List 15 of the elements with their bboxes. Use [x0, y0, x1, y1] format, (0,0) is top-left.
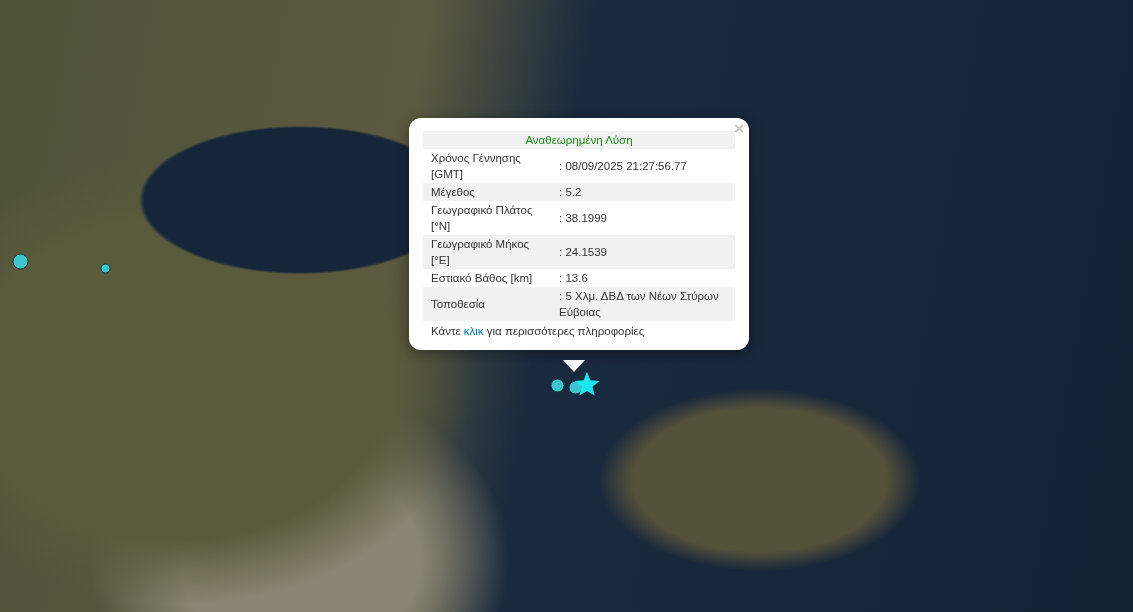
field-label: Τοποθεσία [423, 287, 551, 321]
field-value: : 13.6 [551, 269, 735, 287]
field-label: Μέγεθος [423, 183, 551, 201]
field-label: Γεωγραφικό Μήκος [°E] [423, 235, 551, 269]
field-value: : 5.2 [551, 183, 735, 201]
field-value: : 38.1999 [551, 201, 735, 235]
field-value: : 24.1539 [551, 235, 735, 269]
field-label: Χρόνος Γέννησης [GMT] [423, 149, 551, 183]
popup-title: Αναθεωρημένη Λύση [423, 131, 735, 149]
more-info-link[interactable]: κλικ [463, 325, 484, 337]
info-text: Κάντε κλικ για περισσότερες πληροφορίες [430, 324, 646, 339]
field-value: : 08/09/2025 21:27:56.77 [551, 149, 735, 183]
field-value: : 5 Χλμ. ΔΒΔ των Νέων Στύρων Εύβοιας [551, 287, 735, 321]
field-label: Εστιακό Βάθος [km] [423, 269, 551, 287]
field-label: Γεωγραφικό Πλάτος [°N] [423, 201, 551, 235]
